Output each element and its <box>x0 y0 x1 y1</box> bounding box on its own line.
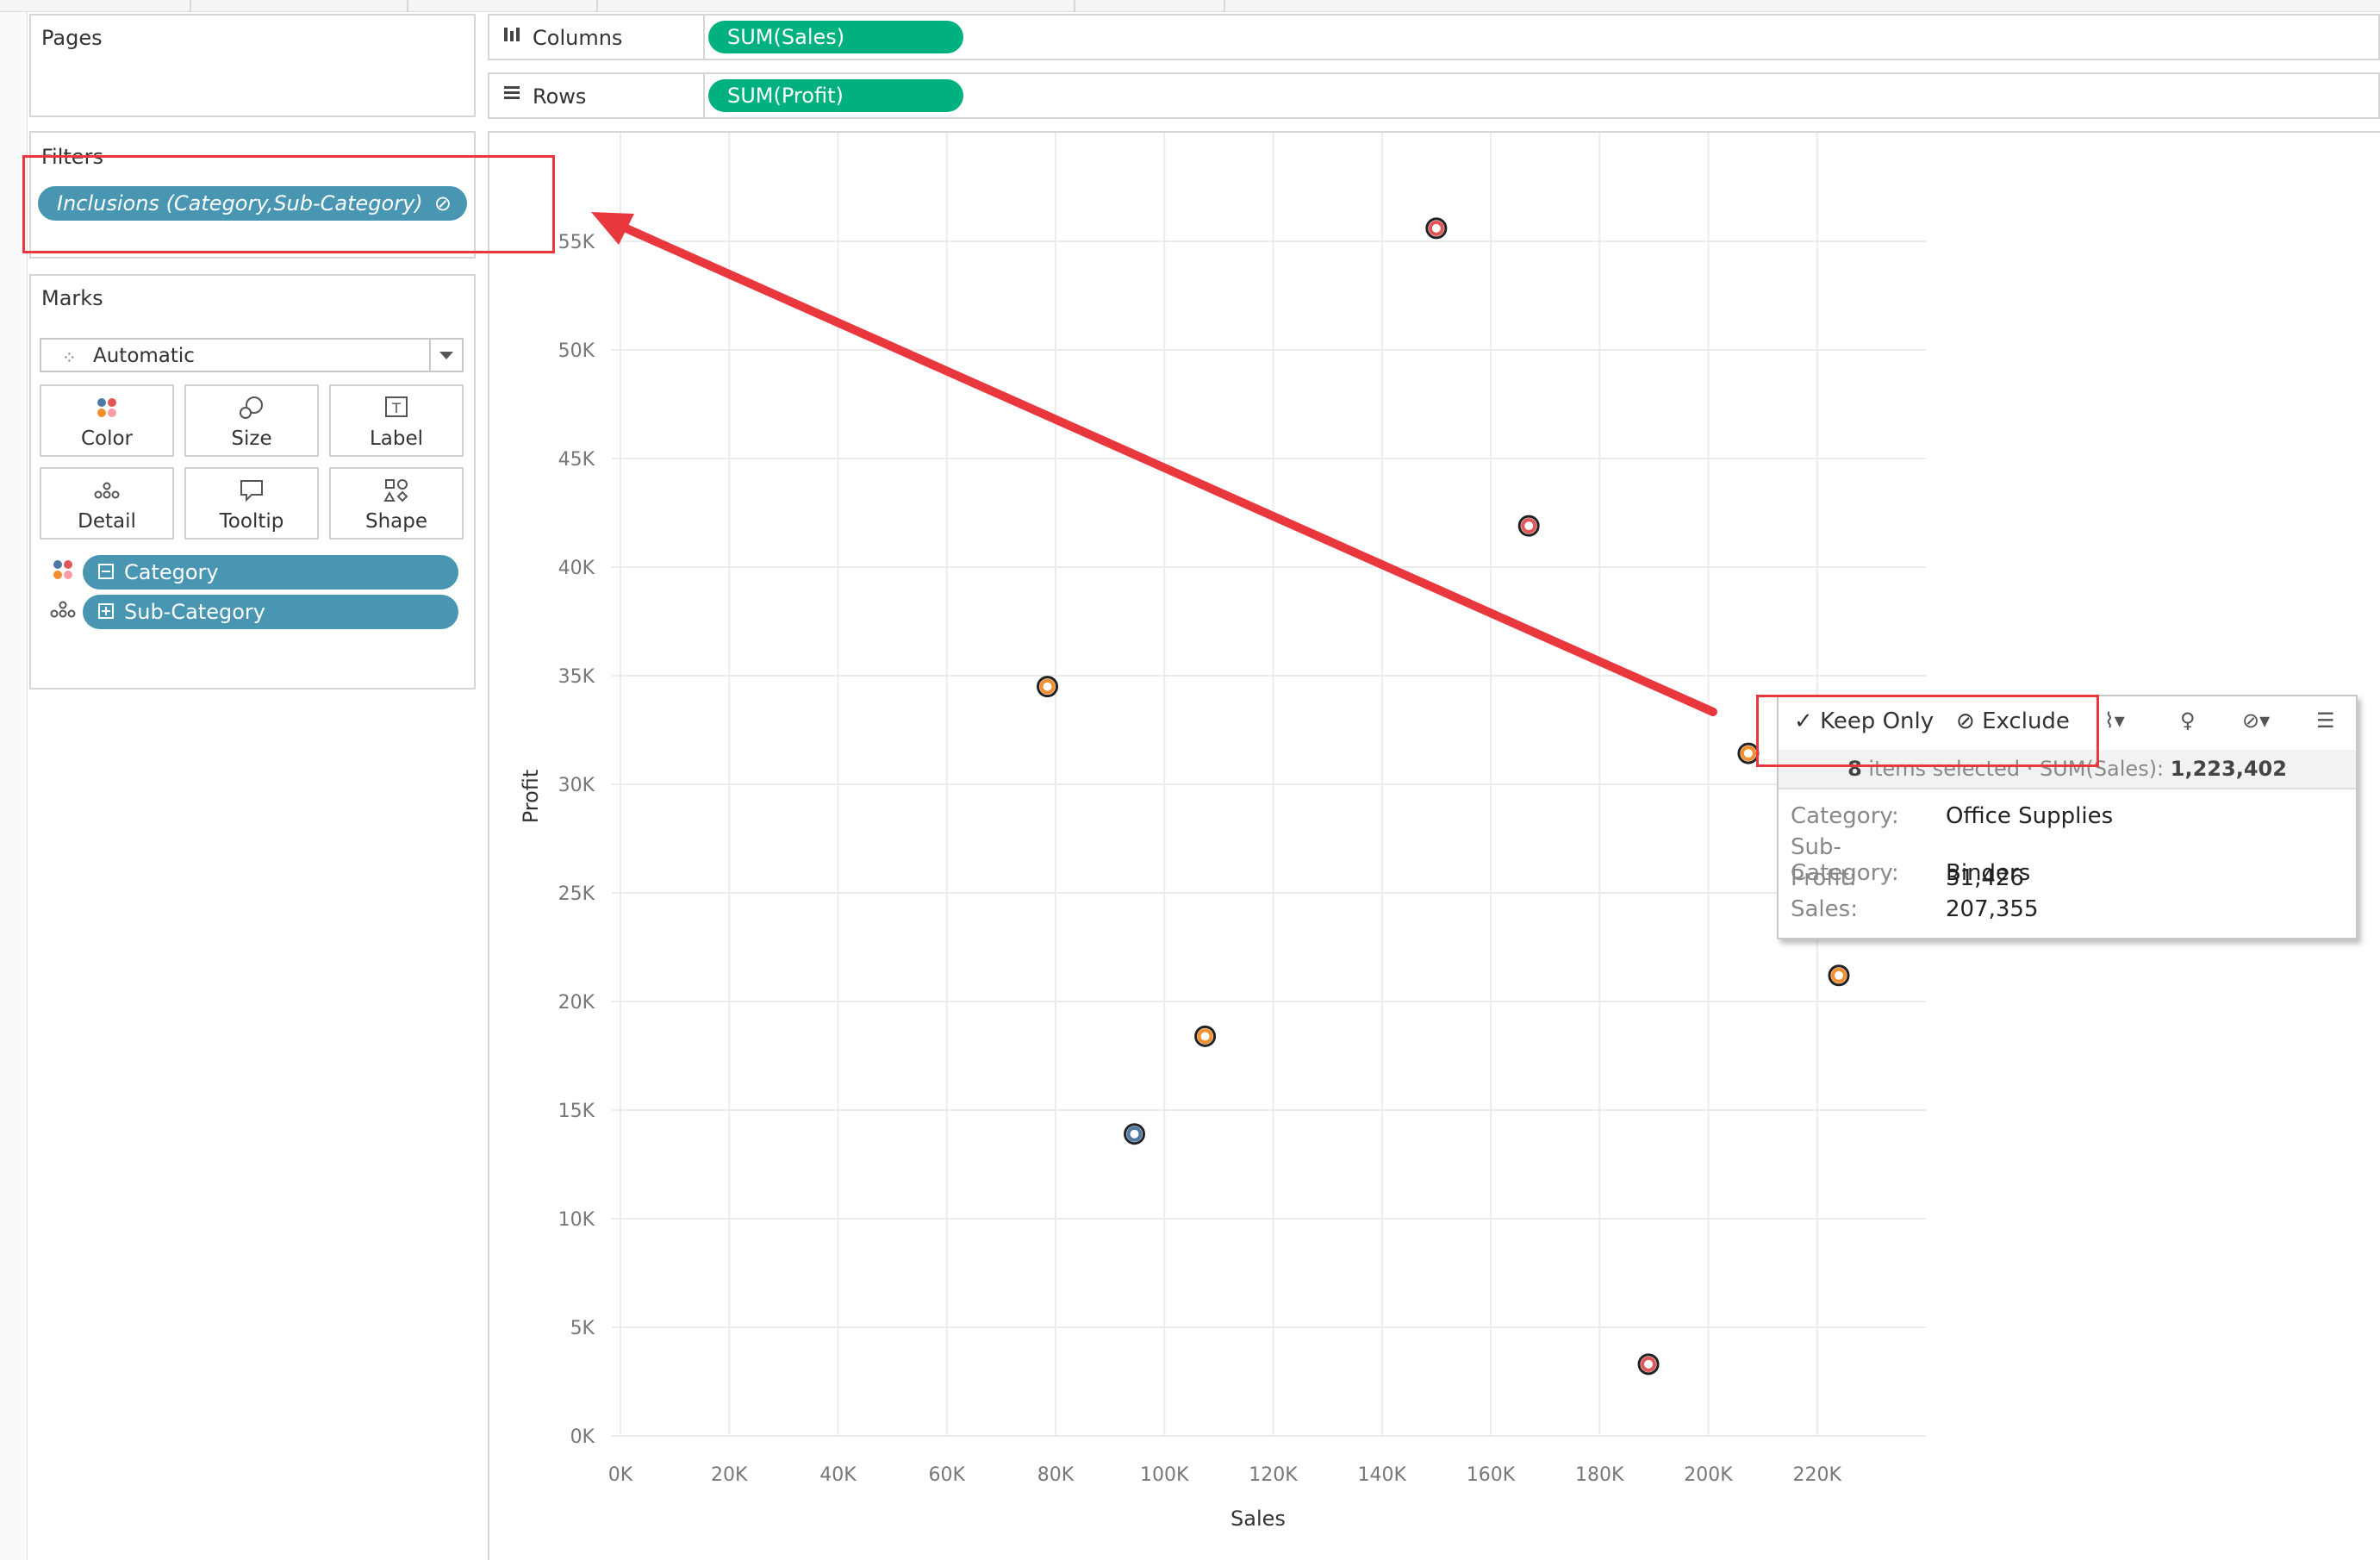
x-tick-label: 20K <box>711 1464 748 1486</box>
tooltip-row-profit: Profit: 31,426 <box>1791 865 2024 891</box>
x-tick-label: 200K <box>1684 1464 1733 1486</box>
y-tick-label: 40K <box>558 558 595 579</box>
filter-highlight-box <box>22 155 555 253</box>
y-tick-label: 5K <box>570 1318 595 1339</box>
x-tick-label: 100K <box>1140 1464 1189 1486</box>
y-axis-ticks: 0K 5K 10K 15K 20K 25K 30K 35K 40K 45K 50K 55K <box>558 232 595 1448</box>
tooltip-row-sales: Sales: 207,355 <box>1791 896 2039 922</box>
y-tick-label: 30K <box>558 775 595 796</box>
keep-only-highlight-box <box>1756 695 2099 767</box>
y-axis-label: Profit <box>519 770 543 824</box>
paperclip-icon[interactable]: ⌇▾ <box>2104 708 2125 733</box>
group-members-icon[interactable]: ⊘▾ <box>2242 708 2270 733</box>
x-tick-label: 120K <box>1249 1464 1298 1486</box>
x-axis-ticks: 0K 20K 40K 60K 80K 100K 120K 140K 160K 180K 200K 22… <box>608 1464 1842 1486</box>
tooltip-value: Office Supplies <box>1946 803 2114 829</box>
tooltip-key: Sales: <box>1791 896 1858 922</box>
chart-grid <box>612 133 1926 1437</box>
y-tick-label: 10K <box>558 1209 595 1231</box>
x-tick-label: 220K <box>1793 1464 1842 1486</box>
x-tick-label: 180K <box>1575 1464 1624 1486</box>
y-tick-label: 25K <box>558 883 595 905</box>
y-tick-label: 20K <box>558 992 595 1014</box>
x-tick-label: 40K <box>819 1464 857 1486</box>
tooltip-value: 31,426 <box>1946 865 2024 891</box>
tooltip-key: Profit: <box>1791 865 1857 891</box>
x-tick-label: 60K <box>929 1464 966 1486</box>
tooltip-key: Category: <box>1791 803 1899 829</box>
x-tick-label: 0K <box>608 1464 633 1486</box>
y-tick-label: 15K <box>558 1101 595 1122</box>
lightbulb-icon[interactable]: ♀ <box>2180 708 2196 733</box>
tooltip-value: 207,355 <box>1946 896 2039 922</box>
annotation-arrow <box>591 212 1717 716</box>
y-tick-label: 35K <box>558 666 595 688</box>
tooltip-row-category: Category: Office Supplies <box>1791 803 2113 829</box>
x-axis-label: Sales <box>1230 1507 1286 1531</box>
y-tick-label: 50K <box>558 340 595 362</box>
x-tick-label: 160K <box>1467 1464 1516 1486</box>
x-tick-label: 80K <box>1037 1464 1075 1486</box>
chart-points <box>1037 217 1850 1376</box>
x-tick-label: 140K <box>1358 1464 1407 1486</box>
y-tick-label: 0K <box>570 1426 595 1448</box>
y-tick-label: 55K <box>558 232 595 253</box>
y-tick-label: 45K <box>558 449 595 471</box>
view-data-icon[interactable]: ☰ <box>2316 708 2335 733</box>
summary-value: 1,223,402 <box>2170 757 2287 781</box>
